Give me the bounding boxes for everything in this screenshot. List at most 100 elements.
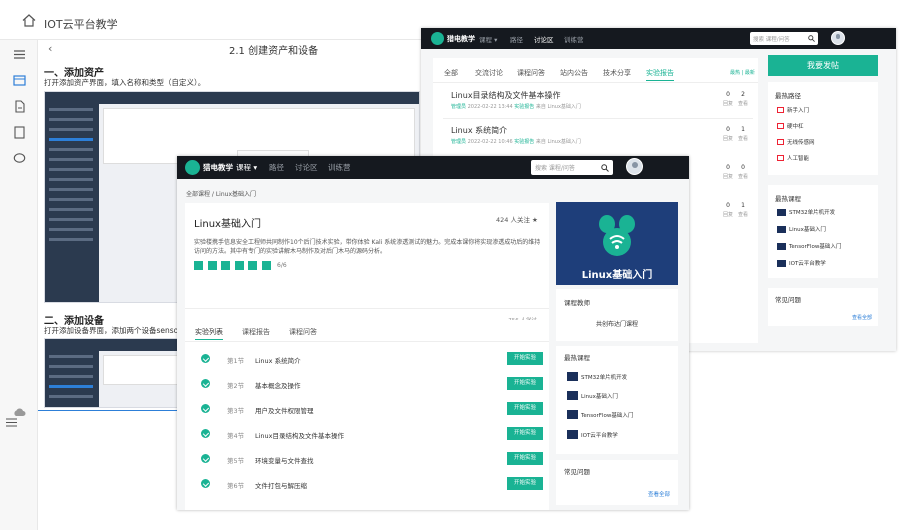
hot-courses-box: 最热课程 STM32单片机开发 Linux基础入门 TensorFlow基础入门… [556,346,678,454]
course-logo[interactable]: 猎电教学 [185,160,233,175]
post-category[interactable]: 实验报告 [514,139,534,145]
bee-logo-icon [185,160,200,175]
note-icon[interactable] [13,126,26,139]
tab-lab-list[interactable]: 实验列表 [195,327,223,340]
lesson-row: 第2节 基本概念及操作 开始实验 [185,371,549,397]
nav-forum[interactable]: 讨论区 [534,34,554,44]
path-item-1[interactable]: 新手入门 [777,106,809,114]
nav-camp[interactable]: 训练营 [564,34,584,44]
course-cover[interactable]: Linux基础入门 [556,202,678,285]
progress-step [194,261,203,270]
faq-view-all[interactable]: 查看全部 [648,490,670,498]
path-item-2[interactable]: 硬中杠 [777,122,804,130]
course-item-4[interactable]: IOT云平台教学 [567,430,618,439]
post-title-1[interactable]: Linux目录结构及文件基本操作 [451,90,561,101]
path-item-3[interactable]: 无线传感网 [777,138,815,146]
post-title-2[interactable]: Linux 系统简介 [451,125,507,136]
post-author[interactable]: 管理员 [451,139,466,145]
course-item-1[interactable]: STM32单片机开发 [777,208,835,216]
lesson-name[interactable]: Linux目录结构及文件基本操作 [255,430,344,440]
lesson-number: 第3节 [227,407,245,415]
back-button[interactable]: ‹ [48,42,52,55]
course-label: IOT云平台教学 [581,432,618,439]
search-icon[interactable] [601,163,609,172]
completed-check-icon [201,354,210,363]
search-icon[interactable] [808,35,815,42]
post-source: 来自 Linux基础入门 [535,104,581,110]
nav-courses[interactable]: 课程 ▾ [479,34,497,44]
start-lab-button[interactable]: 开始实验 [507,452,543,465]
course-item-3[interactable]: TensorFlow基础入门 [777,242,841,250]
lesson-name[interactable]: Linux 系统简介 [255,355,301,365]
progress-step [248,261,257,270]
lesson-name[interactable]: 基本概念及操作 [255,380,301,390]
logo-text: 猎电教学 [447,34,475,43]
tab-all[interactable]: 全部 [444,68,458,78]
teacher-title: 课程教师 [564,299,590,307]
tab-announcement[interactable]: 站内公告 [560,68,588,78]
lesson-name[interactable]: 用户及文件权限管理 [255,405,314,415]
tab-divider [433,82,758,83]
course-navbar: 猎电教学 课程 ▾ 路径 讨论区 训练营 搜索 课程/问答 [177,156,689,179]
list-icon[interactable] [5,416,18,429]
course-item-2[interactable]: Linux基础入门 [567,391,618,400]
nav-camp[interactable]: 训练营 [328,162,351,173]
start-lab-button[interactable]: 开始实验 [507,477,543,490]
start-lab-button[interactable]: 开始实验 [507,427,543,440]
path-label: 人工智能 [787,156,810,162]
tab-lab-report[interactable]: 实验报告 [646,68,674,81]
forum-logo[interactable]: 猎电教学 [431,32,475,45]
tab-discussion[interactable]: 交流讨论 [475,68,503,78]
document-icon[interactable] [13,100,26,113]
breadcrumb[interactable]: 全部课程 / Linux基础入门 [186,189,256,198]
mini-sidebar [45,92,99,302]
contents-icon[interactable] [13,74,26,87]
lesson-number: 第1节 [227,357,245,365]
forum-search-input[interactable]: 搜索 课程/问答 [750,32,818,45]
nav-paths[interactable]: 路径 [269,162,284,173]
nav-forum[interactable]: 讨论区 [295,162,318,173]
post-author[interactable]: 管理员 [451,104,466,110]
logo-text: 猎电教学 [203,163,233,172]
mini-topbar [45,92,419,104]
cover-title: Linux基础入门 [581,270,653,281]
hot-paths-title: 最热路径 [775,92,801,100]
lesson-name[interactable]: 文件打包与解压缩 [255,480,307,490]
course-title: Linux基础入门 [194,219,261,230]
tab-course-qa[interactable]: 课程问答 [517,68,545,78]
start-lab-button[interactable]: 开始实验 [507,377,543,390]
course-item-4[interactable]: IOT云平台教学 [777,259,826,267]
course-item-3[interactable]: TensorFlow基础入门 [567,410,633,419]
course-item-2[interactable]: Linux基础入门 [777,225,826,233]
follow-count[interactable]: 424 人关注 ★ [496,214,538,224]
menu-icon[interactable] [13,48,26,61]
lesson-row: 第5节 环境变量与文件查找 开始实验 [185,446,549,472]
course-label: Linux基础入门 [789,227,826,233]
path-item-4[interactable]: 人工智能 [777,154,809,162]
new-post-button[interactable]: 我要发帖 [768,55,878,76]
view-label: 查看 [737,212,748,218]
teacher-name[interactable]: 共创布达门课程 [556,319,678,328]
tab-course-report[interactable]: 课程报告 [242,327,270,337]
course-item-1[interactable]: STM32单片机开发 [567,372,627,381]
comment-icon[interactable] [13,152,26,165]
nav-paths[interactable]: 路径 [510,34,523,44]
home-icon[interactable] [22,14,36,27]
sort-toggle[interactable]: 最热 | 最新 [730,69,755,76]
progress-underline [38,410,178,411]
post-category[interactable]: 实验报告 [514,104,534,110]
course-info-panel: Linux基础入门 424 人关注 ★ 实验楼携手信息安全工程师共同制作10个后… [185,203,549,308]
path-icon [777,139,784,145]
completed-check-icon [201,454,210,463]
tab-course-qa[interactable]: 课程问答 [289,327,317,337]
view-label: 查看 [737,174,748,180]
course-search-input[interactable]: 搜索 课程/问答 [531,160,613,175]
nav-courses[interactable]: 课程 ▾ [236,162,257,173]
user-avatar[interactable] [831,31,845,45]
lesson-name[interactable]: 环境变量与文件查找 [255,455,314,465]
user-avatar[interactable] [626,158,643,175]
tab-tech-share[interactable]: 技术分享 [603,68,631,78]
start-lab-button[interactable]: 开始实验 [507,402,543,415]
faq-view-all[interactable]: 查看全部 [852,314,872,321]
start-lab-button[interactable]: 开始实验 [507,352,543,365]
